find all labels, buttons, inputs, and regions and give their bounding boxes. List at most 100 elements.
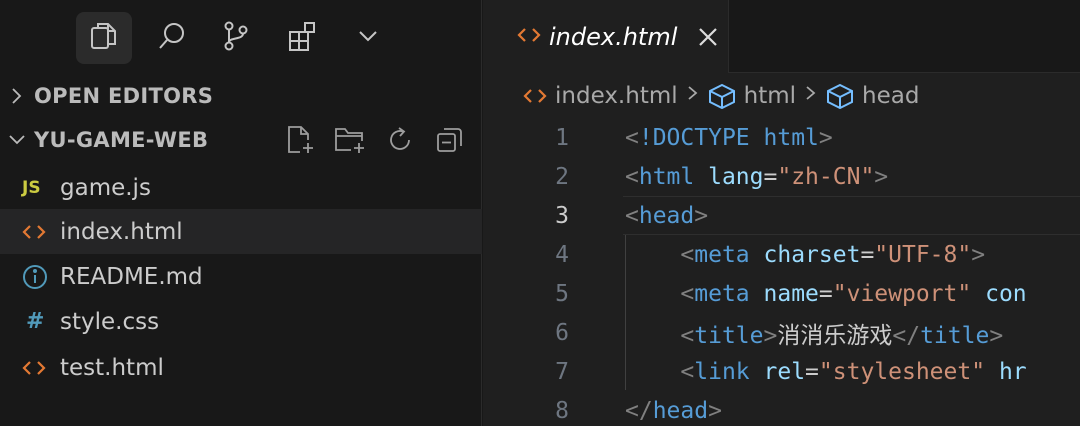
file-game-js[interactable]: JS game.js [0, 165, 482, 210]
token-br: > [694, 202, 709, 229]
token-br: > [818, 124, 833, 151]
code-editor[interactable]: 1 <!DOCTYPE html> 2 <html lang="zh-CN"> 3 <he… [483, 118, 1080, 426]
token-eq: = [860, 241, 875, 268]
breadcrumb-label: head [862, 83, 920, 109]
code-line[interactable]: 4 <meta charset="UTF-8"> [483, 235, 1080, 274]
chevron-right-icon [4, 83, 30, 109]
open-editors-section[interactable]: OPEN EDITORS [0, 76, 482, 116]
line-source: </head> [625, 398, 722, 424]
line-source: <title>消消乐游戏</title> [625, 316, 1003, 350]
html-file-icon [22, 358, 60, 378]
breadcrumb: index.html html head [523, 76, 919, 116]
project-section[interactable]: YU-GAME-WEB [0, 120, 482, 160]
collapse-all-icon[interactable] [432, 124, 468, 156]
line-number: 1 [555, 124, 569, 151]
file-label: style.css [60, 308, 160, 335]
code-line[interactable]: 5 <meta name="viewport" con [483, 274, 1080, 313]
token-br: > [971, 241, 986, 268]
breadcrumb-label: index.html [555, 83, 678, 109]
chevron-down-icon [4, 127, 30, 153]
line-number: 6 [555, 319, 569, 346]
line-number: 5 [555, 280, 569, 307]
token-br: < [680, 280, 695, 307]
code-line[interactable]: 8 </head> [483, 391, 1080, 426]
breadcrumb-file[interactable]: index.html [523, 83, 678, 109]
open-editors-label: OPEN EDITORS [34, 84, 214, 108]
explorer-icon [89, 20, 119, 56]
line-source: <head> [625, 203, 708, 229]
token-br: < [680, 358, 695, 385]
token-tag: title [694, 322, 764, 349]
html-file-icon [22, 222, 60, 242]
token-eq: = [763, 163, 778, 190]
chevron-right-icon [686, 83, 700, 109]
file-readme-md[interactable]: README.md [0, 254, 482, 299]
breadcrumb-html[interactable]: html [708, 83, 796, 109]
token-br: > [989, 322, 1004, 349]
javascript-file-icon: JS [22, 177, 41, 198]
line-number: 8 [555, 397, 569, 424]
code-line[interactable]: 1 <!DOCTYPE html> [483, 118, 1080, 157]
search-button[interactable] [144, 12, 200, 64]
token-attr: name [763, 280, 819, 307]
token-br: > [708, 397, 722, 424]
chevron-right-icon [804, 83, 818, 109]
token-tag: head [638, 202, 695, 229]
token-str: "UTF-8" [874, 241, 972, 268]
element-cube-icon [708, 83, 735, 109]
breadcrumb-head[interactable]: head [826, 83, 919, 109]
token-br: </ [892, 322, 921, 349]
token-br: < [625, 202, 639, 229]
token-attr: con [985, 280, 1027, 307]
line-source: <meta charset="UTF-8"> [625, 242, 985, 268]
token-tag: html [763, 124, 819, 151]
close-icon[interactable] [695, 24, 721, 50]
token-str: "zh-CN" [777, 163, 875, 190]
file-label: test.html [60, 354, 164, 381]
token-tag: head [652, 397, 709, 424]
extensions-button[interactable] [274, 12, 330, 64]
token-tag: link [694, 358, 750, 385]
file-style-css[interactable]: # style.css [0, 299, 482, 344]
token-tag: meta [694, 280, 750, 307]
code-line[interactable]: 3 <head> [483, 196, 1080, 235]
line-number: 3 [555, 202, 569, 229]
css-file-icon: # [26, 309, 45, 334]
token-attr: charset [763, 241, 861, 268]
activity-bar [0, 8, 482, 68]
tab-index-html[interactable]: index.html [483, 0, 729, 73]
line-number: 7 [555, 358, 569, 385]
html-icon [517, 25, 545, 49]
explorer-button[interactable] [76, 12, 132, 64]
token-br: < [680, 241, 695, 268]
line-source: <meta name="viewport" con [625, 280, 1027, 307]
project-label: YU-GAME-WEB [34, 128, 209, 152]
breadcrumb-label: html [743, 83, 797, 109]
element-cube-icon [827, 83, 854, 109]
file-label: game.js [60, 174, 151, 201]
new-folder-icon[interactable] [332, 124, 368, 156]
file-test-html[interactable]: test.html [0, 345, 482, 390]
code-line[interactable]: 6 <title>消消乐游戏</title> [483, 313, 1080, 352]
code-line[interactable]: 2 <html lang="zh-CN"> [483, 157, 1080, 196]
token-tag: title [920, 322, 990, 349]
file-index-html[interactable]: index.html [0, 209, 482, 254]
refresh-icon[interactable] [382, 124, 418, 156]
tab-label: index.html [549, 22, 678, 51]
token-br: < [680, 322, 695, 349]
source-control-button[interactable] [208, 12, 264, 64]
token-tag: !DOCTYPE [638, 124, 750, 151]
token-str: "stylesheet" [818, 358, 986, 385]
code-line[interactable]: 7 <link rel="stylesheet" hr [483, 352, 1080, 391]
new-file-icon[interactable] [282, 124, 318, 156]
more-views-button[interactable] [340, 12, 396, 64]
html-icon [523, 89, 547, 103]
